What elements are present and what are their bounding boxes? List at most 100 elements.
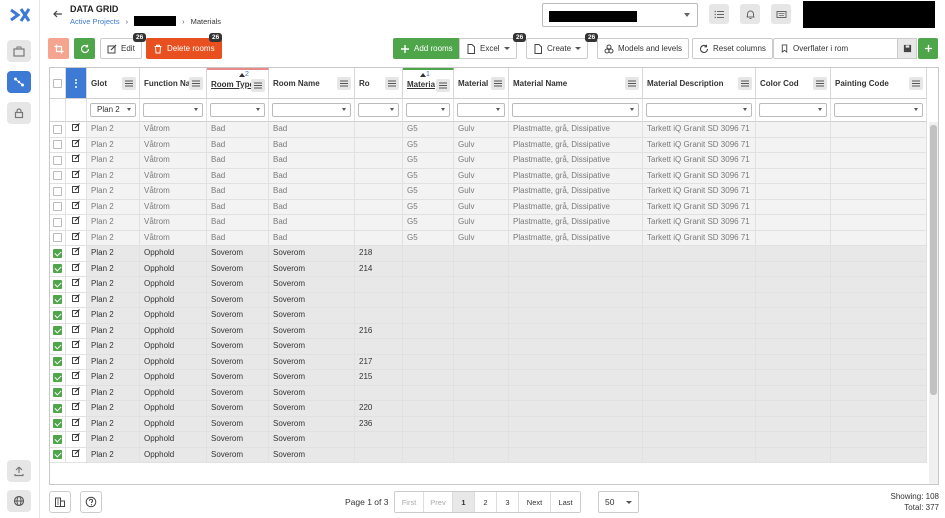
- table-cell[interactable]: [831, 215, 927, 231]
- table-cell[interactable]: Soverom: [269, 292, 355, 308]
- table-cell[interactable]: [355, 339, 403, 355]
- table-cell[interactable]: Bad: [269, 168, 355, 184]
- table-cell[interactable]: [403, 447, 454, 463]
- table-cell[interactable]: 215: [355, 370, 403, 386]
- table-cell[interactable]: Gulv: [454, 168, 509, 184]
- table-cell[interactable]: Våtrom: [140, 215, 207, 231]
- table-cell[interactable]: [403, 323, 454, 339]
- table-cell[interactable]: [355, 292, 403, 308]
- table-cell[interactable]: Soverom: [207, 447, 269, 463]
- table-cell[interactable]: Opphold: [140, 308, 207, 324]
- table-cell[interactable]: [355, 230, 403, 246]
- table-cell[interactable]: [355, 447, 403, 463]
- table-cell[interactable]: Bad: [207, 122, 269, 138]
- row-edit-button[interactable]: [72, 153, 80, 167]
- row-edit-button[interactable]: [72, 169, 80, 183]
- table-cell[interactable]: [509, 354, 643, 370]
- table-cell[interactable]: [454, 308, 509, 324]
- table-cell[interactable]: [403, 401, 454, 417]
- table-cell[interactable]: Våtrom: [140, 168, 207, 184]
- row-edit-button[interactable]: [72, 293, 80, 307]
- table-cell[interactable]: [509, 370, 643, 386]
- table-cell[interactable]: 217: [355, 354, 403, 370]
- table-cell[interactable]: [454, 385, 509, 401]
- table-cell[interactable]: [454, 401, 509, 417]
- table-cell[interactable]: [643, 308, 756, 324]
- table-cell[interactable]: [756, 401, 831, 417]
- refresh-button[interactable]: [74, 38, 95, 59]
- table-row[interactable]: Plan 2 Våtrom Bad Bad G5 Gulv Plastmatte, grå,…: [50, 184, 927, 200]
- table-cell[interactable]: Våtrom: [140, 199, 207, 215]
- create-button[interactable]: Create 26: [526, 33, 599, 59]
- sidebar-projects-button[interactable]: [7, 40, 31, 62]
- table-cell[interactable]: [454, 277, 509, 293]
- table-cell[interactable]: Soverom: [269, 261, 355, 277]
- column-filter-select[interactable]: [143, 103, 203, 117]
- column-menu-button[interactable]: [122, 77, 136, 90]
- table-cell[interactable]: [831, 153, 927, 169]
- table-cell[interactable]: Plastmatte, grå, Dissipative: [509, 215, 643, 231]
- sidebar-language-button[interactable]: [7, 490, 31, 512]
- row-edit-button[interactable]: [72, 200, 80, 214]
- table-cell[interactable]: Plastmatte, grå, Dissipative: [509, 184, 643, 200]
- table-cell[interactable]: Bad: [207, 215, 269, 231]
- table-cell[interactable]: Plan 2: [87, 230, 140, 246]
- add-view-button[interactable]: [918, 38, 938, 59]
- table-cell[interactable]: Bad: [269, 122, 355, 138]
- table-cell[interactable]: [756, 277, 831, 293]
- add-rooms-button[interactable]: Add rooms: [393, 38, 460, 59]
- table-cell[interactable]: Våtrom: [140, 230, 207, 246]
- table-cell[interactable]: [831, 184, 927, 200]
- row-checkbox[interactable]: [53, 295, 62, 305]
- row-checkbox[interactable]: [53, 450, 62, 460]
- table-row[interactable]: Plan 2 Opphold Soverom Soverom 214: [50, 261, 927, 277]
- page-button-next[interactable]: Next: [519, 492, 551, 512]
- crop-button[interactable]: [48, 38, 69, 59]
- row-edit-button[interactable]: [72, 355, 80, 369]
- table-cell[interactable]: Våtrom: [140, 137, 207, 153]
- table-cell[interactable]: [831, 246, 927, 262]
- table-cell[interactable]: [509, 246, 643, 262]
- table-cell[interactable]: [355, 168, 403, 184]
- table-cell[interactable]: [454, 354, 509, 370]
- table-cell[interactable]: Gulv: [454, 230, 509, 246]
- excel-button[interactable]: Excel 26: [459, 33, 527, 59]
- column-menu-button[interactable]: [738, 77, 752, 90]
- column-header[interactable]: Function Na: [140, 68, 207, 99]
- column-menu-button[interactable]: [385, 77, 399, 90]
- table-cell[interactable]: Bad: [269, 215, 355, 231]
- row-edit-button[interactable]: [72, 448, 80, 462]
- table-cell[interactable]: [355, 199, 403, 215]
- table-cell[interactable]: Opphold: [140, 246, 207, 262]
- row-checkbox[interactable]: [53, 124, 62, 134]
- page-button-1[interactable]: 1: [453, 492, 475, 512]
- row-edit-button[interactable]: [72, 246, 80, 260]
- table-cell[interactable]: [756, 184, 831, 200]
- page-button-2[interactable]: 2: [475, 492, 497, 512]
- table-cell[interactable]: Plan 2: [87, 199, 140, 215]
- table-cell[interactable]: [756, 339, 831, 355]
- column-menu-button[interactable]: [491, 77, 505, 90]
- table-cell[interactable]: Opphold: [140, 416, 207, 432]
- table-cell[interactable]: [756, 261, 831, 277]
- table-cell[interactable]: 218: [355, 246, 403, 262]
- table-cell[interactable]: Plan 2: [87, 122, 140, 138]
- table-cell[interactable]: Opphold: [140, 354, 207, 370]
- table-cell[interactable]: [355, 184, 403, 200]
- column-header[interactable]: Materia 1: [403, 68, 454, 99]
- table-cell[interactable]: Soverom: [269, 447, 355, 463]
- table-cell[interactable]: [756, 292, 831, 308]
- row-checkbox[interactable]: [53, 186, 62, 196]
- table-cell[interactable]: Soverom: [207, 308, 269, 324]
- table-cell[interactable]: [509, 308, 643, 324]
- table-row[interactable]: Plan 2 Opphold Soverom Soverom: [50, 447, 927, 463]
- row-edit-button[interactable]: [72, 215, 80, 229]
- scrollbar-thumb[interactable]: [930, 125, 937, 395]
- table-cell[interactable]: Tarkett iQ Granit SD 3096 71: [643, 168, 756, 184]
- column-header[interactable]: Material Description: [643, 68, 756, 99]
- column-menu-button[interactable]: [813, 77, 827, 90]
- table-cell[interactable]: 236: [355, 416, 403, 432]
- table-cell[interactable]: [756, 199, 831, 215]
- table-cell[interactable]: G5: [403, 199, 454, 215]
- table-cell[interactable]: [509, 416, 643, 432]
